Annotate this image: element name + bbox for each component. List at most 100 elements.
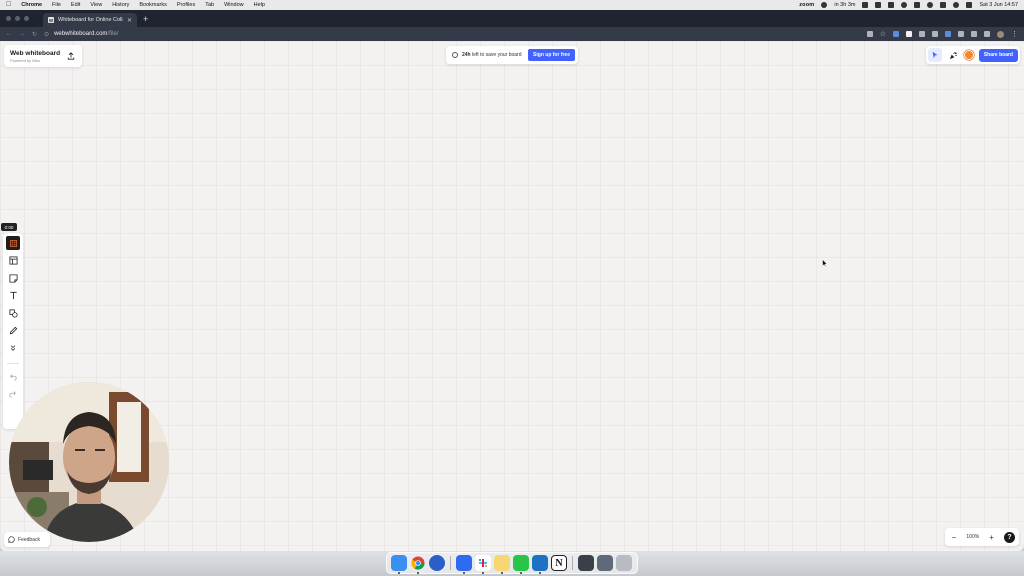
whiteboard-canvas[interactable]: Web whiteboard Powered by Miro 24h left … — [0, 41, 1024, 551]
extension-icon[interactable] — [893, 31, 899, 37]
window-controls — [6, 10, 29, 27]
redo-icon[interactable] — [6, 387, 20, 401]
apple-menu-icon[interactable]:  — [6, 0, 11, 10]
maximize-window-button[interactable] — [24, 16, 29, 21]
menu-history[interactable]: History — [112, 2, 129, 8]
zoom-level[interactable]: 100% — [966, 534, 979, 540]
bookmark-star-icon[interactable]: ☆ — [880, 30, 886, 38]
calendar-timer-text: in 3h 3m — [834, 2, 856, 8]
calendar-status-icon[interactable] — [821, 2, 828, 8]
address-bar[interactable]: ⊙ webwhiteboard.com/file/ — [44, 31, 860, 38]
templates-icon[interactable] — [6, 254, 20, 268]
top-right-controls: Share board — [926, 46, 1020, 64]
feedback-button[interactable]: Feedback — [4, 532, 50, 547]
macos-dock: N — [386, 552, 638, 574]
menu-bookmarks[interactable]: Bookmarks — [139, 2, 167, 8]
feedback-chat-icon — [8, 536, 15, 543]
mouse-cursor-icon — [822, 254, 828, 272]
extension-icon[interactable] — [945, 31, 951, 37]
downloads-folder-icon[interactable] — [578, 555, 594, 571]
extension-icon[interactable] — [919, 31, 925, 37]
menu-view[interactable]: View — [90, 2, 102, 8]
url-domain: webwhiteboard.com — [54, 31, 108, 37]
browser-tab-active[interactable]: W Whiteboard for Online Collab... ✕ — [43, 13, 137, 27]
control-center-icon[interactable] — [940, 2, 947, 8]
spotlight-search-icon[interactable] — [953, 2, 960, 8]
board-title[interactable]: Web whiteboard — [10, 50, 66, 57]
help-button[interactable]: ? — [1003, 531, 1015, 543]
save-banner-message: left to save your board — [470, 52, 522, 58]
new-tab-button[interactable]: + — [143, 13, 148, 27]
zoom-status-label[interactable]: zoom — [799, 2, 814, 8]
extension-icon[interactable] — [932, 31, 938, 37]
export-upload-icon[interactable] — [66, 51, 76, 61]
url-path: /file/ — [107, 31, 119, 37]
reload-icon[interactable]: ↻ — [32, 31, 37, 38]
save-time-left: 24h — [462, 52, 471, 58]
minimize-window-button[interactable] — [15, 16, 20, 21]
menu-app-name[interactable]: Chrome — [21, 2, 42, 8]
wifi-icon[interactable] — [927, 2, 934, 8]
bag-icon[interactable] — [875, 2, 882, 8]
forward-icon[interactable]: → — [19, 31, 25, 37]
site-info-icon[interactable]: ⊙ — [44, 31, 49, 38]
browser-menu-icon[interactable]: ⋮ — [1011, 30, 1018, 38]
tab-close-icon[interactable]: ✕ — [127, 17, 132, 24]
notes-app-icon[interactable] — [494, 555, 510, 574]
sign-up-button[interactable]: Sign up for free — [528, 49, 575, 61]
pen-icon[interactable] — [6, 324, 20, 338]
text-icon[interactable] — [6, 289, 20, 303]
toolbar-divider — [7, 362, 19, 364]
webcam-video-frame — [9, 382, 169, 542]
browser-window: W Whiteboard for Online Collab... ✕ + ← … — [0, 10, 1024, 551]
zoom-app-icon[interactable] — [456, 555, 472, 574]
focus-moon-icon[interactable] — [901, 2, 908, 8]
reactions-icon[interactable] — [946, 48, 960, 62]
more-tools-icon[interactable] — [6, 341, 20, 355]
save-board-banner: 24h left to save your board Sign up for … — [446, 46, 578, 64]
zoom-out-button[interactable]: − — [949, 533, 959, 542]
dock-divider — [450, 556, 451, 570]
close-window-button[interactable] — [6, 16, 11, 21]
trash-icon[interactable] — [616, 555, 632, 571]
tab-title: Whiteboard for Online Collab... — [58, 17, 123, 23]
profile-avatar[interactable] — [997, 30, 1004, 38]
timer-badge[interactable]: 0:00 — [1, 223, 17, 231]
battery-icon[interactable] — [914, 2, 921, 8]
menu-datetime[interactable]: Sat 3 Jun 14:57 — [979, 2, 1018, 8]
extensions-puzzle-icon[interactable] — [971, 31, 977, 37]
slack-app-icon[interactable] — [475, 555, 491, 574]
menu-file[interactable]: File — [52, 2, 61, 8]
extension-icon[interactable] — [906, 31, 912, 37]
cursor-select-icon[interactable] — [928, 48, 942, 62]
screen-icon[interactable] — [862, 2, 869, 8]
webcam-overlay[interactable] — [9, 382, 169, 542]
media-icon[interactable] — [888, 2, 895, 8]
sidebar-icon[interactable] — [984, 31, 990, 37]
sticky-note-icon[interactable] — [6, 271, 20, 285]
collaborator-avatar[interactable] — [964, 50, 974, 60]
chrome-app-icon[interactable] — [410, 555, 426, 574]
zoom-in-button[interactable]: + — [987, 533, 997, 542]
share-board-button[interactable]: Share board — [978, 48, 1018, 62]
whatsapp-app-icon[interactable] — [513, 555, 529, 574]
shapes-icon[interactable] — [6, 306, 20, 320]
vscode-app-icon[interactable] — [532, 555, 548, 574]
menu-tab[interactable]: Tab — [205, 2, 214, 8]
browser-app-icon[interactable] — [429, 555, 445, 571]
frames-icon[interactable] — [6, 236, 20, 250]
undo-icon[interactable] — [6, 370, 20, 384]
dock-divider — [572, 556, 573, 570]
finder-app-icon[interactable] — [391, 555, 407, 574]
board-subtitle: Powered by Miro — [10, 57, 41, 63]
menu-help[interactable]: Help — [254, 2, 265, 8]
screenshots-folder-icon[interactable] — [597, 555, 613, 571]
menu-profiles[interactable]: Profiles — [177, 2, 195, 8]
menu-edit[interactable]: Edit — [71, 2, 80, 8]
share-page-icon[interactable] — [866, 31, 873, 37]
back-icon[interactable]: ← — [6, 31, 12, 37]
notion-app-icon[interactable]: N — [551, 555, 567, 571]
siri-icon[interactable] — [966, 2, 973, 8]
extension-icon[interactable] — [958, 31, 964, 37]
menu-window[interactable]: Window — [224, 2, 244, 8]
